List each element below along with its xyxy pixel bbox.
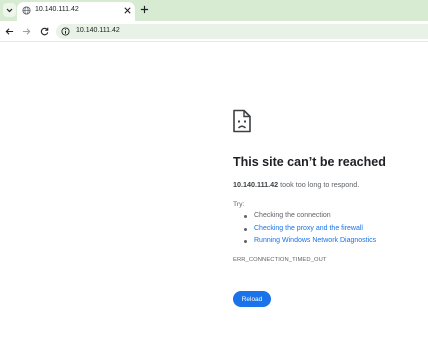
close-icon[interactable] — [123, 6, 132, 15]
error-title: This site can’t be reached — [233, 155, 386, 169]
url-text[interactable]: 10.140.111.42 — [76, 27, 120, 34]
back-button[interactable] — [4, 26, 14, 36]
forward-button[interactable] — [21, 26, 31, 36]
error-code: ERR_CONNECTION_TIMED_OUT — [233, 257, 327, 263]
address-bar[interactable]: 10.140.111.42 — [56, 24, 428, 39]
toolbar: 10.140.111.42 — [0, 21, 428, 42]
error-description: 10.140.111.42 took too long to respond. — [233, 180, 359, 189]
tab-strip: 10.140.111.42 — [0, 0, 428, 21]
suggestion-item: Checking the connection — [244, 210, 376, 223]
suggestions-list: Checking the connection Checking the pro… — [244, 210, 376, 248]
globe-icon — [22, 6, 31, 15]
chevron-down-icon — [6, 8, 13, 12]
sad-page-icon — [233, 109, 251, 133]
suggestion-check-proxy-link[interactable]: Checking the proxy and the firewall — [254, 225, 363, 232]
active-tab[interactable]: 10.140.111.42 — [17, 2, 135, 21]
try-label: Try: — [233, 201, 245, 208]
error-host: 10.140.111.42 — [233, 180, 279, 189]
back-arrow-icon — [5, 27, 13, 35]
tab-search-button[interactable] — [3, 3, 16, 17]
reload-toolbar-button[interactable] — [39, 26, 49, 36]
error-description-text: took too long to respond. — [278, 180, 360, 189]
suggestion-item: Checking the proxy and the firewall — [244, 223, 376, 236]
tab-title: 10.140.111.42 — [35, 6, 79, 13]
reload-icon — [40, 27, 48, 35]
new-tab-button[interactable] — [139, 4, 150, 15]
plus-icon — [140, 5, 149, 14]
suggestion-check-connection: Checking the connection — [254, 212, 331, 219]
info-icon[interactable] — [61, 27, 70, 36]
suggestion-network-diagnostics-link[interactable]: Running Windows Network Diagnostics — [254, 237, 376, 244]
reload-button[interactable]: Reload — [233, 291, 271, 307]
forward-arrow-icon — [22, 27, 30, 35]
suggestion-item: Running Windows Network Diagnostics — [244, 235, 376, 248]
